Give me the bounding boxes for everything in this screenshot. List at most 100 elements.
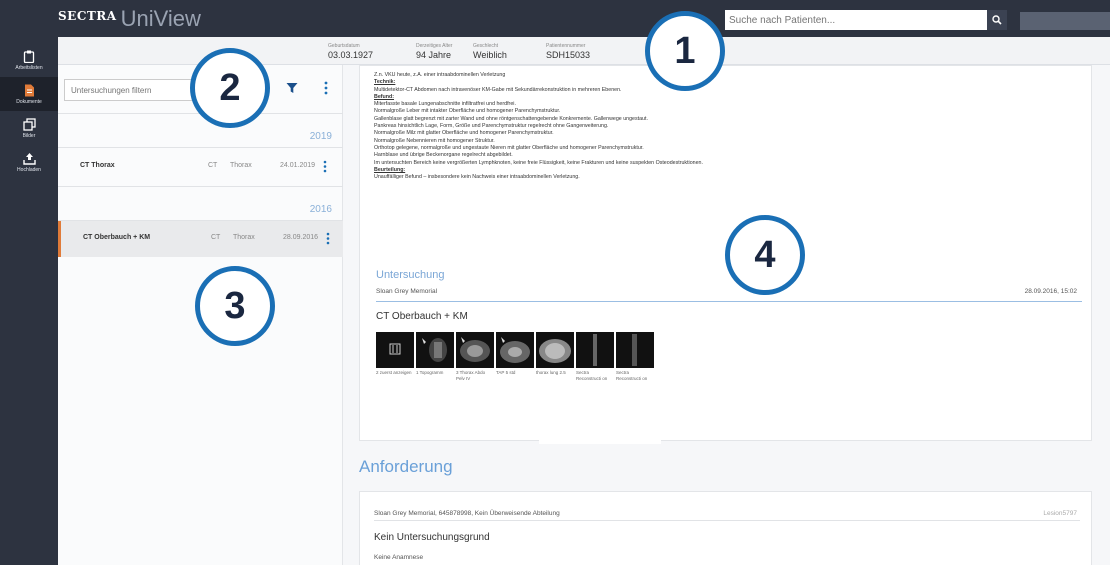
thumbnail-image: [496, 332, 534, 368]
anforderung-id: Lesion5797: [1043, 510, 1077, 517]
anforderung-card: Sloan Grey Memorial, 645878998, Kein Übe…: [359, 491, 1092, 565]
divider: [58, 186, 343, 187]
divider: [58, 147, 343, 148]
report-line: Unauffälliger Befund – insbesondere kein…: [374, 174, 580, 181]
nav-item-dokumente[interactable]: Dokumente: [0, 77, 58, 111]
patient-age: Derzeitiges Alter 94 Jahre: [416, 43, 452, 60]
report-line: Im untersuchten Bereich keine vergrößert…: [374, 159, 703, 166]
field-label: Geschlecht: [473, 43, 499, 49]
brand-name: SECTRA: [58, 9, 117, 23]
series-thumbnail[interactable]: Sectra Reconstructi on: [616, 332, 654, 388]
card-notch: [539, 434, 661, 444]
callout-1: 1: [645, 11, 725, 91]
report-line: Normalgroße Milz mit glatter Oberfläche …: [374, 130, 554, 137]
hospital-name: Sloan Grey Memorial: [376, 288, 438, 295]
more-options-icon[interactable]: [324, 81, 328, 95]
exam-row-ct-thorax[interactable]: CT Thorax CT Thorax 24.01.2019: [58, 149, 343, 185]
anforderung-title: Anforderung: [359, 457, 453, 476]
exam-modality: CT: [211, 234, 221, 241]
exam-date: 24.01.2019: [280, 162, 316, 169]
thumbnail-caption: 3 Thorax Abdo Pelv IV: [456, 370, 486, 381]
report-text: Z.n. VKU heute, z.A. einer intraabdomine…: [374, 72, 1074, 181]
product-name: UniView: [120, 6, 201, 31]
callout-2: 2: [190, 48, 270, 128]
exam-body-part: Thorax: [230, 162, 252, 169]
report-line: Gallenblase glatt begrenzt mit zarter Wa…: [374, 115, 648, 122]
exam-title: CT Oberbauch + KM: [376, 311, 468, 322]
section-divider: [374, 520, 1080, 521]
series-thumbnail[interactable]: 3 Thorax Abdo Pelv IV: [456, 332, 494, 388]
nav-label: Bilder: [22, 132, 36, 139]
patient-sex: Geschlecht Weiblich: [473, 43, 507, 60]
user-menu[interactable]: [1020, 12, 1110, 30]
field-value: SDH15033: [546, 50, 591, 60]
section-divider: [376, 301, 1082, 302]
series-thumbnail[interactable]: Sectra Reconstructi on: [576, 332, 614, 388]
side-navigation: Arbeitslisten Dokumente Bilder Hochladen: [0, 37, 58, 565]
thumbnail-caption: thorax lung 2.5: [536, 370, 566, 375]
row-more-icon[interactable]: [326, 232, 330, 245]
callout-3: 3: [195, 266, 275, 346]
search-button[interactable]: [987, 10, 1007, 30]
upload-icon: [22, 152, 36, 165]
field-value: Weiblich: [473, 50, 507, 60]
exam-modality: CT: [208, 162, 218, 169]
thumbnail-caption: Sectra Reconstructi on: [576, 370, 608, 381]
report-line: Normalgroße Nebennieren mit homogener St…: [374, 137, 495, 144]
report-heading: Befund:: [374, 93, 395, 100]
report-heading: Beurteilung:: [374, 166, 406, 173]
year-header-2019: 2019: [309, 131, 332, 142]
patient-search-input[interactable]: [725, 10, 987, 30]
clipboard-icon: [23, 50, 35, 63]
row-more-icon[interactable]: [323, 160, 327, 173]
field-label: Geburtsdatum: [328, 43, 360, 49]
series-thumbnail[interactable]: 2 zuerst anzeigen: [376, 332, 414, 388]
untersuchung-title: Untersuchung: [376, 269, 445, 281]
exam-name: CT Oberbauch + KM: [83, 234, 151, 241]
thumbnail-caption: TAP 5 std: [496, 370, 516, 375]
report-line: Pankreas hinsichtlich Lage, Form, Größe …: [374, 123, 609, 130]
nav-label: Hochladen: [17, 166, 41, 173]
thumbnail-image: [616, 332, 654, 368]
thumbnail-image: [376, 332, 414, 368]
series-thumbnail[interactable]: TAP 5 std: [496, 332, 534, 388]
top-bar: SECTRA UniView: [0, 0, 1110, 37]
nav-item-arbeitslisten[interactable]: Arbeitslisten: [0, 43, 58, 77]
anforderung-subline: Keine Anamnese: [374, 554, 424, 561]
thumbnail-image: [576, 332, 614, 368]
callout-4: 4: [725, 215, 805, 295]
patient-id: Patientennummer SDH15033: [546, 43, 590, 60]
search-icon: [992, 15, 1002, 25]
series-thumbnails: 2 zuerst anzeigen 1 Topogramm 3 Thorax A…: [376, 332, 654, 388]
nav-label: Dokumente: [16, 98, 42, 105]
field-value: 03.03.1927: [328, 50, 374, 60]
report-line: Z.n. VKU heute, z.A. einer intraabdomine…: [374, 72, 506, 78]
thumbnail-caption: 2 zuerst anzeigen: [376, 370, 412, 375]
patient-birthdate: Geburtsdatum 03.03.1927: [328, 43, 373, 60]
series-thumbnail[interactable]: 1 Topogramm: [416, 332, 454, 388]
nav-label: Arbeitslisten: [15, 64, 43, 71]
document-view: Z.n. VKU heute, z.A. einer intraabdomine…: [343, 65, 1110, 565]
thumbnail-image: [416, 332, 454, 368]
anforderung-meta: Sloan Grey Memorial, 645878998, Kein Übe…: [374, 510, 560, 517]
anforderung-headline: Kein Untersuchungsgrund: [374, 532, 490, 543]
report-line: Miterfasste basale Lungenabschnitte infi…: [374, 101, 516, 108]
thumbnail-caption: 1 Topogramm: [416, 370, 444, 375]
report-line: Multidetektor-CT Abdomen nach intravenös…: [374, 86, 622, 93]
exam-name: CT Thorax: [80, 162, 115, 169]
patient-search: [725, 10, 1007, 30]
field-label: Derzeitiges Alter: [416, 43, 453, 49]
images-icon: [22, 117, 36, 131]
app-logo: SECTRA UniView: [58, 6, 201, 32]
nav-item-hochladen[interactable]: Hochladen: [0, 145, 58, 179]
nav-item-bilder[interactable]: Bilder: [0, 111, 58, 145]
series-thumbnail[interactable]: thorax lung 2.5: [536, 332, 574, 388]
report-heading: Technik:: [374, 79, 396, 86]
thumbnail-caption: Sectra Reconstructi on: [616, 370, 648, 381]
exam-date: 28.09.2016: [283, 234, 319, 241]
year-header-2016: 2016: [309, 204, 332, 215]
thumbnail-image: [456, 332, 494, 368]
filter-icon[interactable]: [286, 82, 298, 94]
exam-row-ct-oberbauch[interactable]: CT Oberbauch + KM CT Thorax 28.09.2016: [58, 221, 343, 257]
report-line: Harnblase und übrige Beckenorgane regelr…: [374, 152, 513, 159]
